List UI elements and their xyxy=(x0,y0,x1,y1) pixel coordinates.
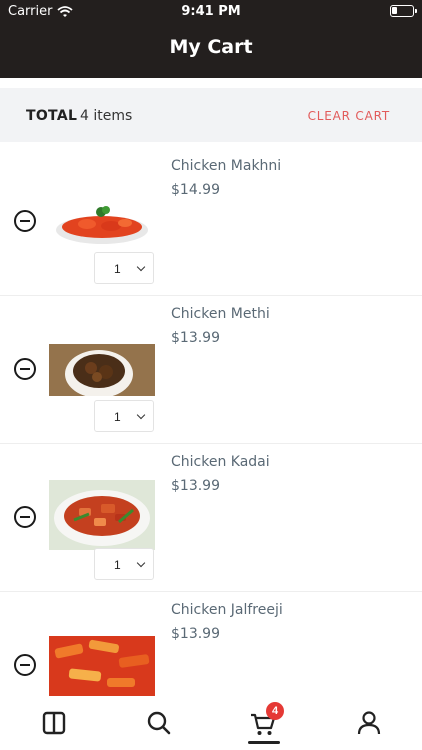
item-price: $14.99 xyxy=(171,182,220,198)
quantity-value: 1 xyxy=(114,262,121,276)
quantity-select[interactable]: 1 xyxy=(94,400,154,432)
food-image xyxy=(49,196,155,248)
remove-item-icon[interactable] xyxy=(14,654,36,676)
profile-icon xyxy=(357,711,381,735)
item-name[interactable]: Chicken Methi xyxy=(171,306,270,322)
battery-icon xyxy=(390,5,417,17)
food-image xyxy=(49,344,155,396)
remove-item-icon[interactable] xyxy=(14,506,36,528)
quantity-value: 1 xyxy=(114,410,121,424)
cart-badge: 4 xyxy=(266,702,284,720)
food-image xyxy=(49,480,155,550)
chevron-down-icon xyxy=(136,410,146,420)
top-bar: Carrier 9:41 PM My Cart xyxy=(0,0,422,78)
remove-item-icon[interactable] xyxy=(14,358,36,380)
item-price: $13.99 xyxy=(171,626,220,642)
item-name[interactable]: Chicken Kadai xyxy=(171,454,270,470)
tab-bar xyxy=(0,698,422,750)
menu-icon xyxy=(42,711,66,735)
item-name[interactable]: Chicken Makhni xyxy=(171,158,281,174)
quantity-value: 1 xyxy=(114,558,121,572)
clear-cart-button[interactable]: CLEAR CART xyxy=(308,109,390,123)
total-label: TOTAL xyxy=(26,108,78,124)
item-price: $13.99 xyxy=(171,478,220,494)
chevron-down-icon xyxy=(136,262,146,272)
status-time: 9:41 PM xyxy=(181,4,241,19)
cart-item: 1 Chicken Makhni $14.99 xyxy=(0,148,422,296)
item-price: $13.99 xyxy=(171,330,220,346)
tab-menu[interactable] xyxy=(39,708,69,738)
cart-item: 1 Chicken Kadai $13.99 xyxy=(0,444,422,592)
quantity-select[interactable]: 1 xyxy=(94,548,154,580)
tab-profile[interactable] xyxy=(354,708,384,738)
cart-item-list: 1 Chicken Makhni $14.99 1 Chicken Methi … xyxy=(0,148,422,740)
page-title: My Cart xyxy=(169,36,253,58)
item-count: 4 items xyxy=(80,108,133,124)
remove-item-icon[interactable] xyxy=(14,210,36,232)
item-name[interactable]: Chicken Jalfreeji xyxy=(171,602,283,618)
cart-item: 1 Chicken Methi $13.99 xyxy=(0,296,422,444)
cart-total-bar: TOTAL 4 items CLEAR CART xyxy=(0,88,422,142)
tab-search[interactable] xyxy=(144,708,174,738)
quantity-select[interactable]: 1 xyxy=(94,252,154,284)
active-tab-indicator xyxy=(248,741,280,744)
chevron-down-icon xyxy=(136,558,146,568)
search-icon xyxy=(147,711,171,735)
food-image xyxy=(49,636,155,696)
status-bar: Carrier 9:41 PM xyxy=(0,0,422,24)
